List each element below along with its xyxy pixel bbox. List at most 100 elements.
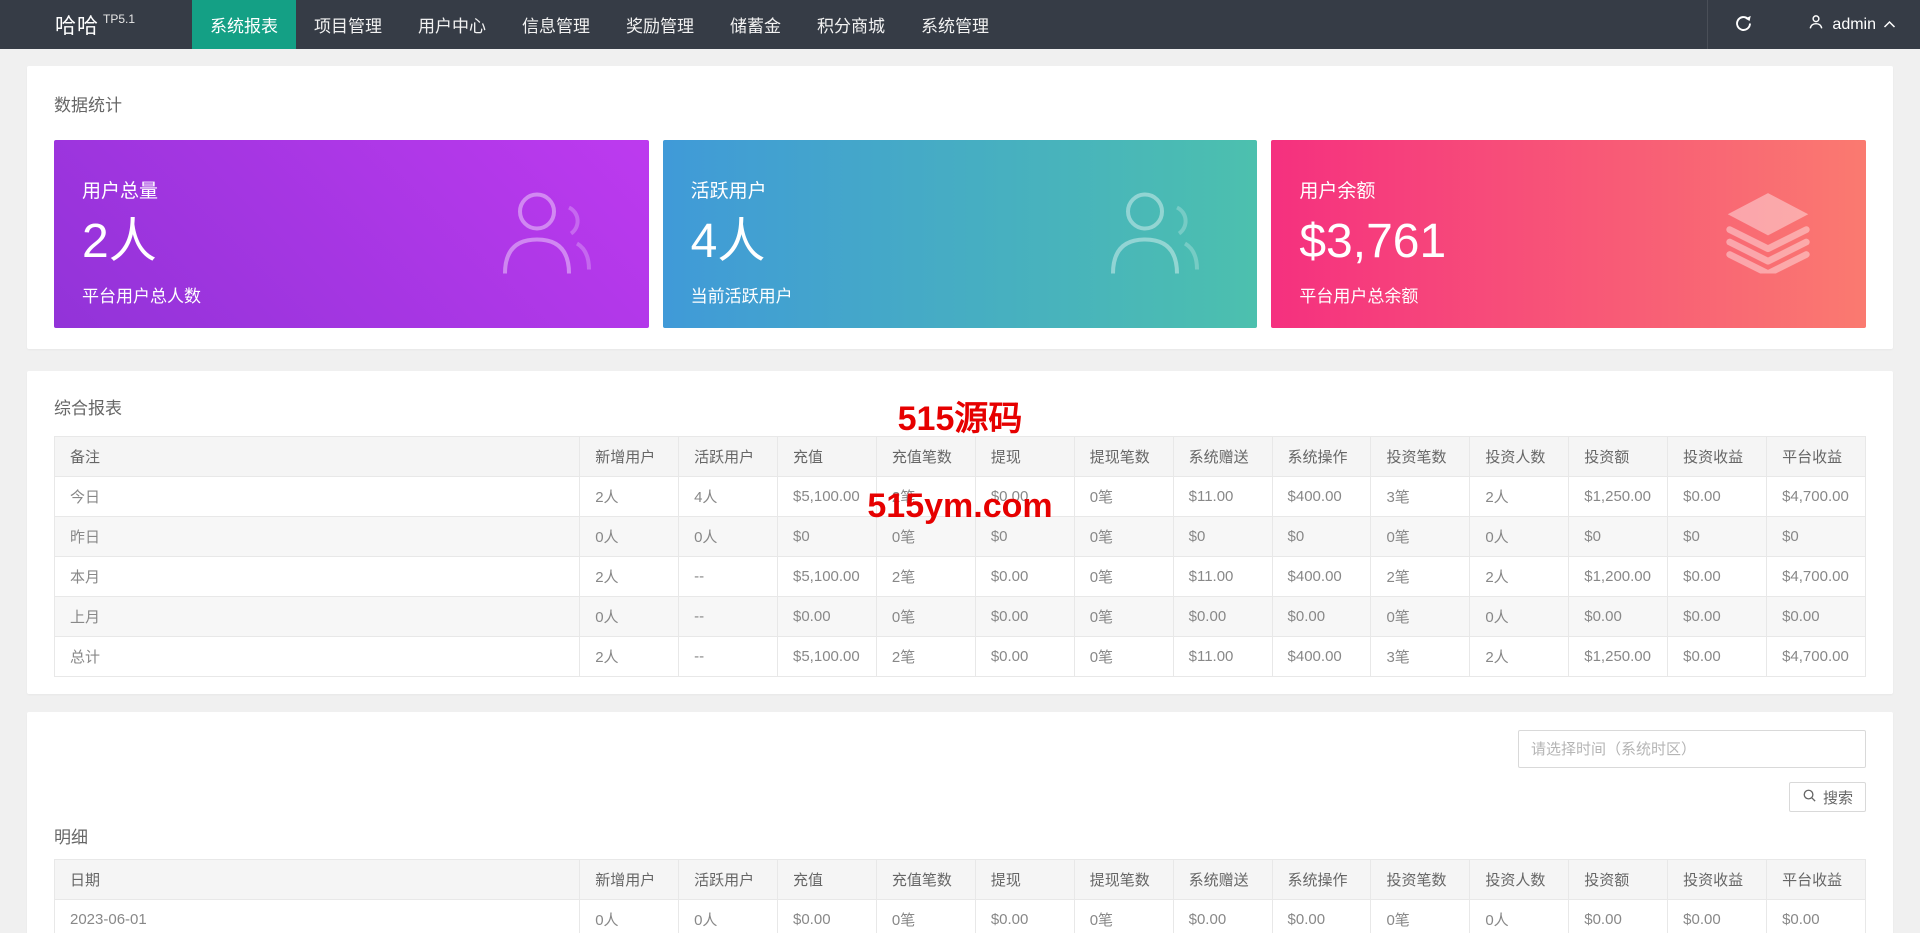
chevron-up-icon xyxy=(1883,16,1896,34)
table-cell: $0.00 xyxy=(1172,596,1273,637)
stat-cards: 用户总量 2人 平台用户总人数 活跃用户 4人 当前活跃用户 用户余额 $3,7… xyxy=(54,140,1867,328)
table-cell: $0 xyxy=(1766,516,1866,557)
nav-item-1[interactable]: 系统报表 xyxy=(192,0,296,49)
table-cell: $11.00 xyxy=(1172,556,1273,597)
column-header: 提现笔数 xyxy=(1073,436,1174,477)
table-cell: 2人 xyxy=(579,556,680,597)
users-icon xyxy=(497,186,597,283)
stat-card-caption: 平台用户总余额 xyxy=(1299,287,1419,306)
table-cell: 2笔 xyxy=(875,556,976,597)
users-icon xyxy=(1105,186,1205,283)
table-cell: 0笔 xyxy=(875,596,976,637)
table-cell: 0笔 xyxy=(1073,476,1174,517)
table-cell: 3笔 xyxy=(1370,476,1471,517)
table-cell: $0.00 xyxy=(974,556,1075,597)
table-cell: 0笔 xyxy=(875,516,976,557)
table-cell: 本月 xyxy=(53,556,581,597)
nav-item-5[interactable]: 奖励管理 xyxy=(608,0,712,49)
layers-icon xyxy=(1722,190,1814,279)
table-cell: 2人 xyxy=(1469,556,1570,597)
table-cell: $0 xyxy=(777,516,877,557)
table-cell: 2人 xyxy=(1469,636,1570,677)
table-cell: 0笔 xyxy=(875,899,976,933)
column-header: 提现笔数 xyxy=(1073,859,1174,900)
column-header: 投资人数 xyxy=(1469,436,1570,477)
user-name: admin xyxy=(1832,15,1876,33)
table-cell: $0.00 xyxy=(777,596,877,637)
table-cell: $11.00 xyxy=(1172,476,1273,517)
stat-card-caption: 平台用户总人数 xyxy=(82,287,201,306)
table-cell: $5,100.00 xyxy=(777,636,877,677)
summary-table: 备注 新增用户 活跃用户 充值 充值笔数 提现 提现笔数 系统赠送 系统操作 投资笔数 投资人数 投资… xyxy=(53,436,1866,677)
column-header: 充值 xyxy=(777,436,877,477)
nav-item-4[interactable]: 信息管理 xyxy=(504,0,608,49)
user-menu[interactable]: admin xyxy=(1779,0,1920,49)
table-cell: 0笔 xyxy=(1073,556,1174,597)
column-header: 投资额 xyxy=(1568,859,1669,900)
table-cell: $0.00 xyxy=(1667,636,1768,677)
table-cell: 0笔 xyxy=(1370,516,1471,557)
table-cell: 2人 xyxy=(579,476,680,517)
table-cell: $0.00 xyxy=(974,899,1075,933)
app-logo[interactable]: 哈哈 TP5.1 xyxy=(0,0,192,49)
column-header: 备注 xyxy=(53,436,581,477)
detail-panel: 搜索 明细 日期新增用户活跃用户充值充值笔数提现提现笔数系统赠送系统操作投资笔数… xyxy=(27,712,1893,933)
nav-item-2[interactable]: 项目管理 xyxy=(296,0,400,49)
table-cell: $0.00 xyxy=(1568,899,1669,933)
column-header: 平台收益 xyxy=(1766,859,1866,900)
table-cell: 0笔 xyxy=(1073,899,1174,933)
table-cell: $0.00 xyxy=(974,596,1075,637)
table-cell: 0人 xyxy=(1469,596,1570,637)
table-cell: 0笔 xyxy=(1073,636,1174,677)
table-cell: $1,250.00 xyxy=(1568,636,1669,677)
table-cell: 0人 xyxy=(579,516,680,557)
table-cell: 0人 xyxy=(579,596,680,637)
column-header: 系统赠送 xyxy=(1172,436,1273,477)
table-cell: $1,250.00 xyxy=(1568,476,1669,517)
table-cell: $0.00 xyxy=(974,636,1075,677)
table-cell: -- xyxy=(678,596,778,637)
column-header: 充值 xyxy=(777,859,877,900)
table-cell: $0 xyxy=(1271,516,1372,557)
table-cell: $400.00 xyxy=(1271,556,1372,597)
column-header: 系统操作 xyxy=(1271,859,1372,900)
table-cell: $0.00 xyxy=(777,899,877,933)
table-row: 今日 2人 4人 $5,100.00 2笔 $0.00 0笔 $11.00 $400.00 3笔 2… xyxy=(53,476,1866,517)
table-cell: $0.00 xyxy=(1568,596,1669,637)
search-button[interactable]: 搜索 xyxy=(1788,782,1866,812)
table-row: 总计 2人 -- $5,100.00 2笔 $0.00 0笔 $11.00 $400.00 3笔 2… xyxy=(53,636,1866,677)
table-header-row: 日期 新增用户 活跃用户 充值 充值笔数 提现 提现笔数 系统赠送 系统操作 投资笔数 投资人数 投资… xyxy=(53,859,1866,900)
table-row: 昨日 0人 0人 $0 0笔 $0 0笔 $0 $0 0笔 0人 $0 $0 $0 xyxy=(53,516,1866,557)
column-header: 提现 xyxy=(974,859,1075,900)
table-cell: $1,200.00 xyxy=(1568,556,1669,597)
table-cell: 0人 xyxy=(1469,516,1570,557)
table-cell: $0 xyxy=(974,516,1075,557)
column-header: 系统赠送 xyxy=(1172,859,1273,900)
date-range-input[interactable] xyxy=(1518,730,1866,768)
stat-card-user-balance: 用户余额 $3,761 平台用户总余额 xyxy=(1271,140,1867,328)
table-cell: 2笔 xyxy=(875,476,976,517)
nav-item-7[interactable]: 积分商城 xyxy=(799,0,903,49)
table-cell: 2人 xyxy=(1469,476,1570,517)
column-header: 活跃用户 xyxy=(678,859,778,900)
nav-item-3[interactable]: 用户中心 xyxy=(400,0,504,49)
stats-section-title: 数据统计 xyxy=(54,96,122,115)
column-header: 活跃用户 xyxy=(678,436,778,477)
table-cell: $0 xyxy=(1568,516,1669,557)
table-cell: $0.00 xyxy=(1271,596,1372,637)
main-menu: 系统报表 项目管理 用户中心 信息管理 奖励管理 储蓄金 积分商城 系统管理 xyxy=(192,0,1007,49)
table-cell: 4人 xyxy=(678,476,778,517)
refresh-icon xyxy=(1734,14,1753,36)
nav-item-8[interactable]: 系统管理 xyxy=(903,0,1007,49)
table-cell: 昨日 xyxy=(53,516,581,557)
table-cell: $0 xyxy=(1172,516,1273,557)
nav-item-6[interactable]: 储蓄金 xyxy=(712,0,799,49)
table-cell: 2023-06-01 xyxy=(53,899,581,933)
column-header: 投资额 xyxy=(1568,436,1669,477)
column-header: 提现 xyxy=(974,436,1075,477)
detail-table: 日期 新增用户 活跃用户 充值 充值笔数 提现 提现笔数 系统赠送 系统操作 投资笔数 投资人数 投资… xyxy=(53,859,1866,933)
table-cell: $0.00 xyxy=(1766,899,1866,933)
refresh-button[interactable] xyxy=(1707,0,1779,49)
table-cell: $5,100.00 xyxy=(777,556,877,597)
table-cell: $0.00 xyxy=(1766,596,1866,637)
